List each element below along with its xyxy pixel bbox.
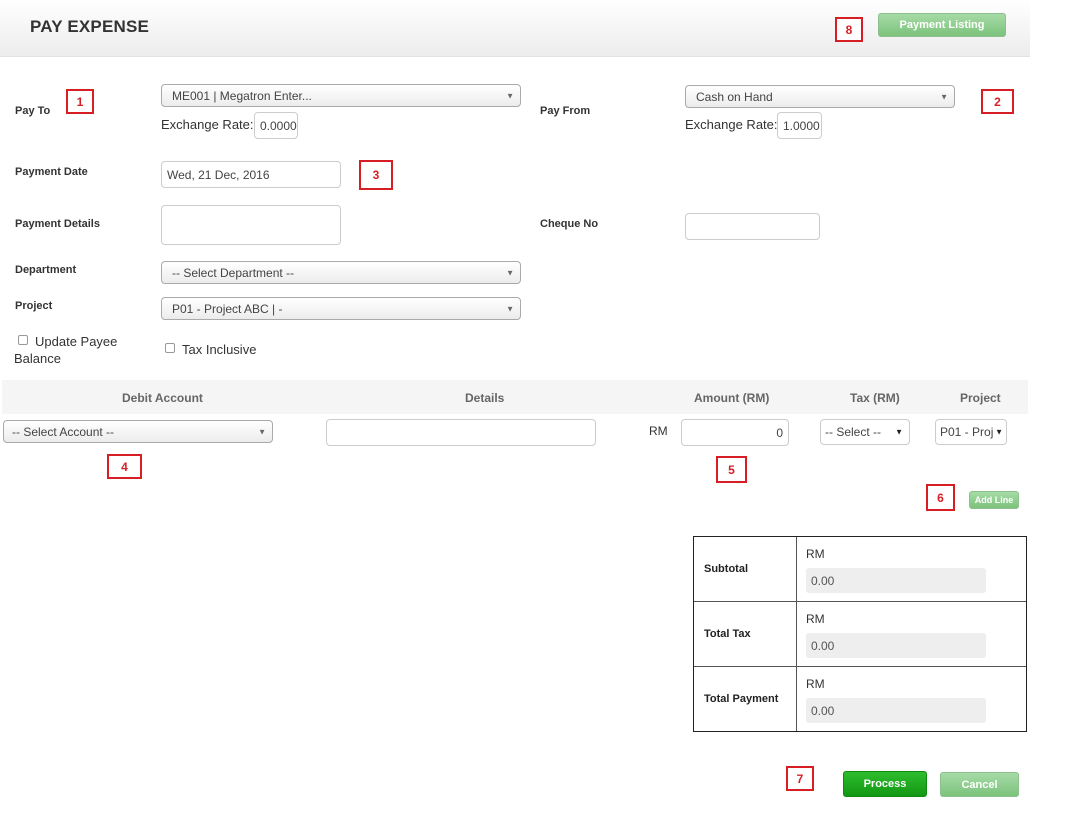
chevron-down-icon: ▼ [895, 427, 903, 437]
cancel-button[interactable]: Cancel [940, 772, 1019, 797]
pay-to-exchange-rate-input[interactable]: 0.0000 [254, 112, 298, 139]
add-line-button[interactable]: Add Line [969, 491, 1019, 509]
department-label: Department [15, 264, 77, 276]
column-debit-account: Debit Account [122, 391, 203, 405]
line-items-header: Debit Account Details Amount (RM) Tax (R… [2, 380, 1028, 414]
line-project-value: P01 - Proj [940, 425, 994, 439]
chevron-down-icon: ▼ [940, 92, 948, 101]
update-payee-label: Update Payee [35, 334, 118, 349]
pay-from-label: Pay From [540, 105, 591, 117]
chevron-down-icon: ▼ [506, 268, 514, 277]
marker-1: 1 [66, 89, 94, 114]
column-details: Details [465, 391, 505, 405]
page-title: PAY EXPENSE [30, 17, 150, 36]
total-payment-currency: RM [806, 677, 825, 691]
currency-label: RM [649, 424, 668, 438]
department-value: -- Select Department -- [172, 265, 295, 280]
project-select[interactable]: P01 - Project ABC | - ▼ [161, 297, 521, 320]
payment-listing-button[interactable]: Payment Listing [878, 13, 1006, 37]
department-select[interactable]: -- Select Department -- ▼ [161, 261, 521, 284]
cheque-no-label: Cheque No [540, 218, 599, 230]
tax-value: -- Select -- [825, 425, 882, 439]
tax-inclusive-checkbox[interactable] [165, 343, 175, 353]
marker-8: 8 [835, 17, 863, 42]
total-payment-field: 0.00 [806, 698, 986, 723]
marker-4: 4 [107, 454, 142, 479]
amount-input[interactable]: 0 [681, 419, 789, 446]
payment-date-input[interactable]: Wed, 21 Dec, 2016 [161, 161, 341, 188]
exchange-rate-label: Exchange Rate: [161, 117, 254, 132]
tax-inclusive-label: Tax Inclusive [182, 342, 257, 357]
debit-account-value: -- Select Account -- [12, 424, 115, 439]
pay-from-select[interactable]: Cash on Hand ▼ [685, 85, 955, 108]
exchange-rate-label-2: Exchange Rate: [685, 117, 778, 132]
pay-to-select[interactable]: ME001 | Megatron Enter... ▼ [161, 84, 521, 107]
debit-account-select[interactable]: -- Select Account -- ▼ [3, 420, 273, 443]
pay-to-label: Pay To [15, 105, 51, 117]
marker-5: 5 [716, 456, 747, 483]
chevron-down-icon: ▼ [506, 304, 514, 313]
chevron-down-icon: ▼ [506, 91, 514, 100]
chevron-down-icon: ▼ [258, 427, 266, 436]
total-tax-field: 0.00 [806, 633, 986, 658]
marker-3: 3 [359, 160, 393, 190]
marker-7: 7 [786, 766, 814, 791]
line-details-input[interactable] [326, 419, 596, 446]
project-label: Project [15, 300, 53, 312]
total-tax-currency: RM [806, 612, 825, 626]
summary-row-subtotal: Subtotal RM 0.00 [694, 537, 1026, 602]
column-tax: Tax (RM) [850, 391, 900, 405]
payment-details-label: Payment Details [15, 218, 100, 230]
cheque-no-input[interactable] [685, 213, 820, 240]
summary-row-total-payment: Total Payment RM 0.00 [694, 667, 1026, 732]
page-header: PAY EXPENSE [0, 0, 1030, 57]
pay-from-exchange-rate-input[interactable]: 1.0000 [777, 112, 822, 139]
pay-from-value: Cash on Hand [696, 89, 773, 104]
subtotal-currency: RM [806, 547, 825, 561]
line-project-select[interactable]: P01 - Proj ▼ [935, 419, 1007, 445]
subtotal-field: 0.00 [806, 568, 986, 593]
marker-6: 6 [926, 484, 955, 511]
total-payment-label: Total Payment [704, 693, 779, 705]
summary-table: Subtotal RM 0.00 Total Tax RM 0.00 Total… [693, 536, 1027, 732]
process-button[interactable]: Process [843, 771, 927, 797]
tax-select[interactable]: -- Select -- ▼ [820, 419, 910, 445]
column-project: Project [960, 391, 1001, 405]
total-tax-label: Total Tax [704, 628, 751, 640]
chevron-down-icon: ▼ [995, 427, 1003, 437]
payment-date-label: Payment Date [15, 166, 88, 178]
payment-details-textarea[interactable] [161, 205, 341, 245]
subtotal-label: Subtotal [704, 563, 748, 575]
column-amount: Amount (RM) [694, 391, 770, 405]
marker-2: 2 [981, 89, 1014, 114]
project-value: P01 - Project ABC | - [172, 301, 283, 316]
pay-to-value: ME001 | Megatron Enter... [172, 88, 312, 103]
summary-row-total-tax: Total Tax RM 0.00 [694, 602, 1026, 667]
update-payee-balance-checkbox[interactable] [18, 335, 28, 345]
update-payee-label-2: Balance [14, 351, 61, 366]
